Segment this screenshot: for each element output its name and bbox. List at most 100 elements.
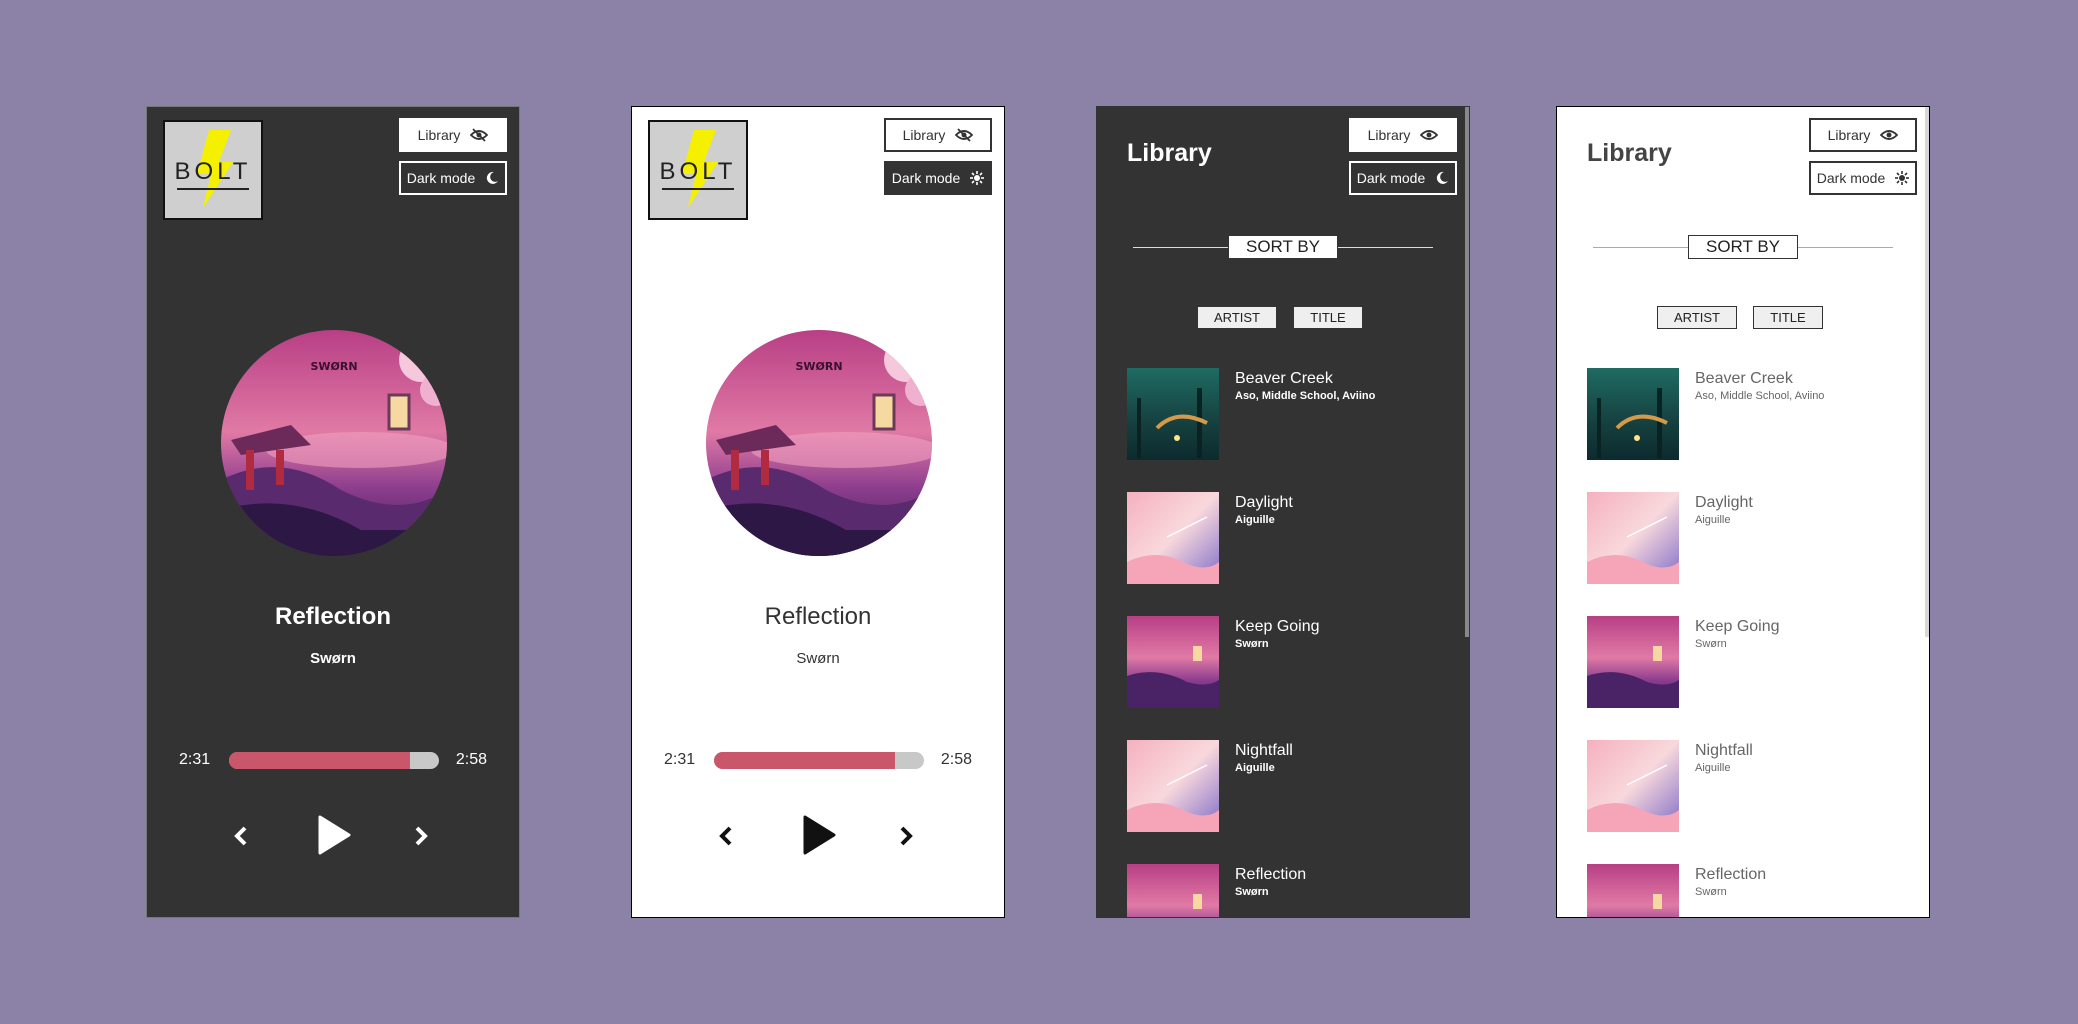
library-screen-light: Library Library Dark mode SORT BY ARTIST… — [1556, 106, 1930, 918]
track-artist: Aso, Middle School, Aviino — [1695, 390, 1825, 402]
library-screen-dark: Library Library Dark mode SORT BY ARTIST… — [1096, 106, 1470, 918]
track-name: Reflection — [1695, 866, 1767, 883]
track-artist: Aiguille — [1235, 762, 1275, 774]
library-toggle-button[interactable]: Library — [884, 118, 992, 152]
sort-title-button[interactable]: TITLE — [1753, 306, 1823, 329]
sun-icon — [970, 171, 985, 185]
player-screen-light: BOLT Library Dark mode SWØRN Reflection … — [631, 106, 1005, 918]
track-art — [1127, 492, 1219, 584]
dark-mode-label: Dark mode — [1356, 170, 1426, 186]
track-artist: Aiguille — [1235, 514, 1275, 526]
song-title: Reflection — [764, 603, 872, 630]
track-name: Daylight — [1235, 494, 1293, 511]
eye-icon — [1880, 130, 1899, 140]
track-name: Keep Going — [1235, 618, 1320, 635]
track-artist: Swørn — [1235, 638, 1269, 650]
dark-mode-button[interactable]: Dark mode — [884, 161, 992, 195]
track-name: Daylight — [1695, 494, 1753, 511]
track-item[interactable]: Nightfall Aiguille — [1587, 740, 1887, 832]
track-item[interactable]: Keep Going Swørn — [1587, 616, 1887, 708]
moon-icon — [1437, 171, 1449, 184]
album-art: SWØRN — [221, 330, 447, 556]
sort-artist-button[interactable]: ARTIST — [1657, 306, 1737, 329]
progress-bar[interactable] — [229, 752, 439, 769]
track-artist: Swørn — [1695, 886, 1727, 898]
track-name: Nightfall — [1235, 742, 1293, 759]
library-button-label: Library — [1827, 127, 1871, 143]
track-name: Reflection — [1235, 866, 1307, 883]
dark-mode-label: Dark mode — [406, 170, 476, 186]
album-art: SWØRN — [706, 330, 932, 556]
logo-text: BOLT — [174, 158, 252, 185]
track-item[interactable]: Reflection Swørn — [1587, 864, 1887, 917]
sun-icon — [1895, 171, 1910, 185]
library-toggle-button[interactable]: Library — [399, 118, 507, 152]
sort-title-button[interactable]: TITLE — [1293, 306, 1363, 329]
song-title: Reflection — [274, 603, 391, 630]
dark-mode-label: Dark mode — [891, 170, 961, 186]
track-artist: Aso, Middle School, Aviino — [1235, 390, 1376, 402]
album-art-text: SWØRN — [310, 360, 357, 373]
current-time: 2:31 — [179, 751, 211, 768]
eye-slash-icon — [955, 128, 974, 142]
track-art — [1587, 492, 1679, 584]
play-icon[interactable] — [317, 815, 351, 855]
chevron-left-icon[interactable] — [233, 825, 249, 847]
player-screen-dark: BOLT Library Dark mode SWØRN Reflection … — [146, 106, 520, 918]
progress-bar[interactable] — [714, 752, 924, 769]
sort-artist-button[interactable]: ARTIST — [1197, 306, 1277, 329]
dark-mode-button[interactable]: Dark mode — [399, 161, 507, 195]
track-art — [1127, 616, 1219, 708]
play-icon[interactable] — [802, 815, 836, 855]
library-toggle-button[interactable]: Library — [1809, 118, 1917, 152]
track-art — [1587, 864, 1679, 917]
track-name: Keep Going — [1695, 618, 1780, 635]
chevron-left-icon[interactable] — [718, 825, 734, 847]
track-name: Beaver Creek — [1235, 370, 1333, 387]
track-item[interactable]: Daylight Aiguille — [1127, 492, 1427, 584]
library-title: Library — [1127, 139, 1212, 167]
track-art — [1587, 616, 1679, 708]
sort-by-label: SORT BY — [1228, 235, 1338, 259]
track-item[interactable]: Nightfall Aiguille — [1127, 740, 1427, 832]
track-art — [1127, 740, 1219, 832]
dark-mode-button[interactable]: Dark mode — [1349, 161, 1457, 195]
progress-fill — [229, 752, 410, 769]
track-artist: Swørn — [1235, 886, 1269, 898]
library-button-label: Library — [417, 127, 461, 143]
total-time: 2:58 — [455, 751, 487, 768]
scrollbar[interactable] — [1925, 107, 1929, 637]
track-item[interactable]: Beaver Creek Aso, Middle School, Aviino — [1587, 368, 1887, 460]
track-artist: Aiguille — [1695, 514, 1731, 526]
chevron-right-icon[interactable] — [413, 825, 429, 847]
song-artist: Swørn — [796, 650, 840, 667]
chevron-right-icon[interactable] — [898, 825, 914, 847]
logo-underline — [177, 188, 249, 190]
progress-fill — [714, 752, 895, 769]
bolt-logo: BOLT — [163, 120, 263, 220]
library-toggle-button[interactable]: Library — [1349, 118, 1457, 152]
library-button-label: Library — [902, 127, 946, 143]
track-art — [1587, 368, 1679, 460]
eye-icon — [1420, 130, 1439, 140]
library-button-label: Library — [1367, 127, 1411, 143]
dark-mode-button[interactable]: Dark mode — [1809, 161, 1917, 195]
track-artist: Swørn — [1695, 638, 1727, 650]
album-art-text: SWØRN — [795, 360, 842, 373]
total-time: 2:58 — [940, 751, 972, 768]
scrollbar[interactable] — [1465, 107, 1469, 637]
track-art — [1587, 740, 1679, 832]
dark-mode-label: Dark mode — [1816, 170, 1886, 186]
moon-icon — [487, 171, 499, 184]
logo-underline — [662, 188, 734, 190]
track-artist: Aiguille — [1695, 762, 1731, 774]
track-item[interactable]: Beaver Creek Aso, Middle School, Aviino — [1127, 368, 1427, 460]
library-title: Library — [1587, 139, 1672, 167]
eye-slash-icon — [470, 128, 489, 142]
track-item[interactable]: Keep Going Swørn — [1127, 616, 1427, 708]
song-artist: Swørn — [310, 650, 356, 667]
track-name: Beaver Creek — [1695, 370, 1793, 387]
track-item[interactable]: Daylight Aiguille — [1587, 492, 1887, 584]
track-art — [1127, 864, 1219, 917]
track-item[interactable]: Reflection Swørn — [1127, 864, 1427, 917]
